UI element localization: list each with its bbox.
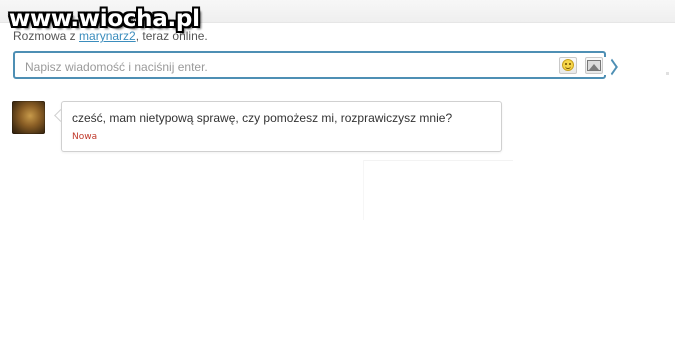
message-input[interactable] [23,57,547,76]
tail-cover [603,57,608,75]
new-badge: Nowa [72,132,98,142]
image-icon [587,60,601,71]
image-button[interactable] [585,57,603,74]
avatar[interactable] [12,101,45,134]
divider-vertical [363,160,364,220]
message-bubble: cześć, mam nietypową sprawę, czy pomożes… [61,101,502,152]
watermark: www.wiocha.pl [9,6,200,32]
message-composer [13,51,606,79]
smiley-icon [562,59,574,71]
scrollbar-marker [666,72,669,75]
message-text: cześć, mam nietypową sprawę, czy pomożes… [72,111,453,125]
emoji-button[interactable] [559,57,577,74]
divider [363,160,513,161]
